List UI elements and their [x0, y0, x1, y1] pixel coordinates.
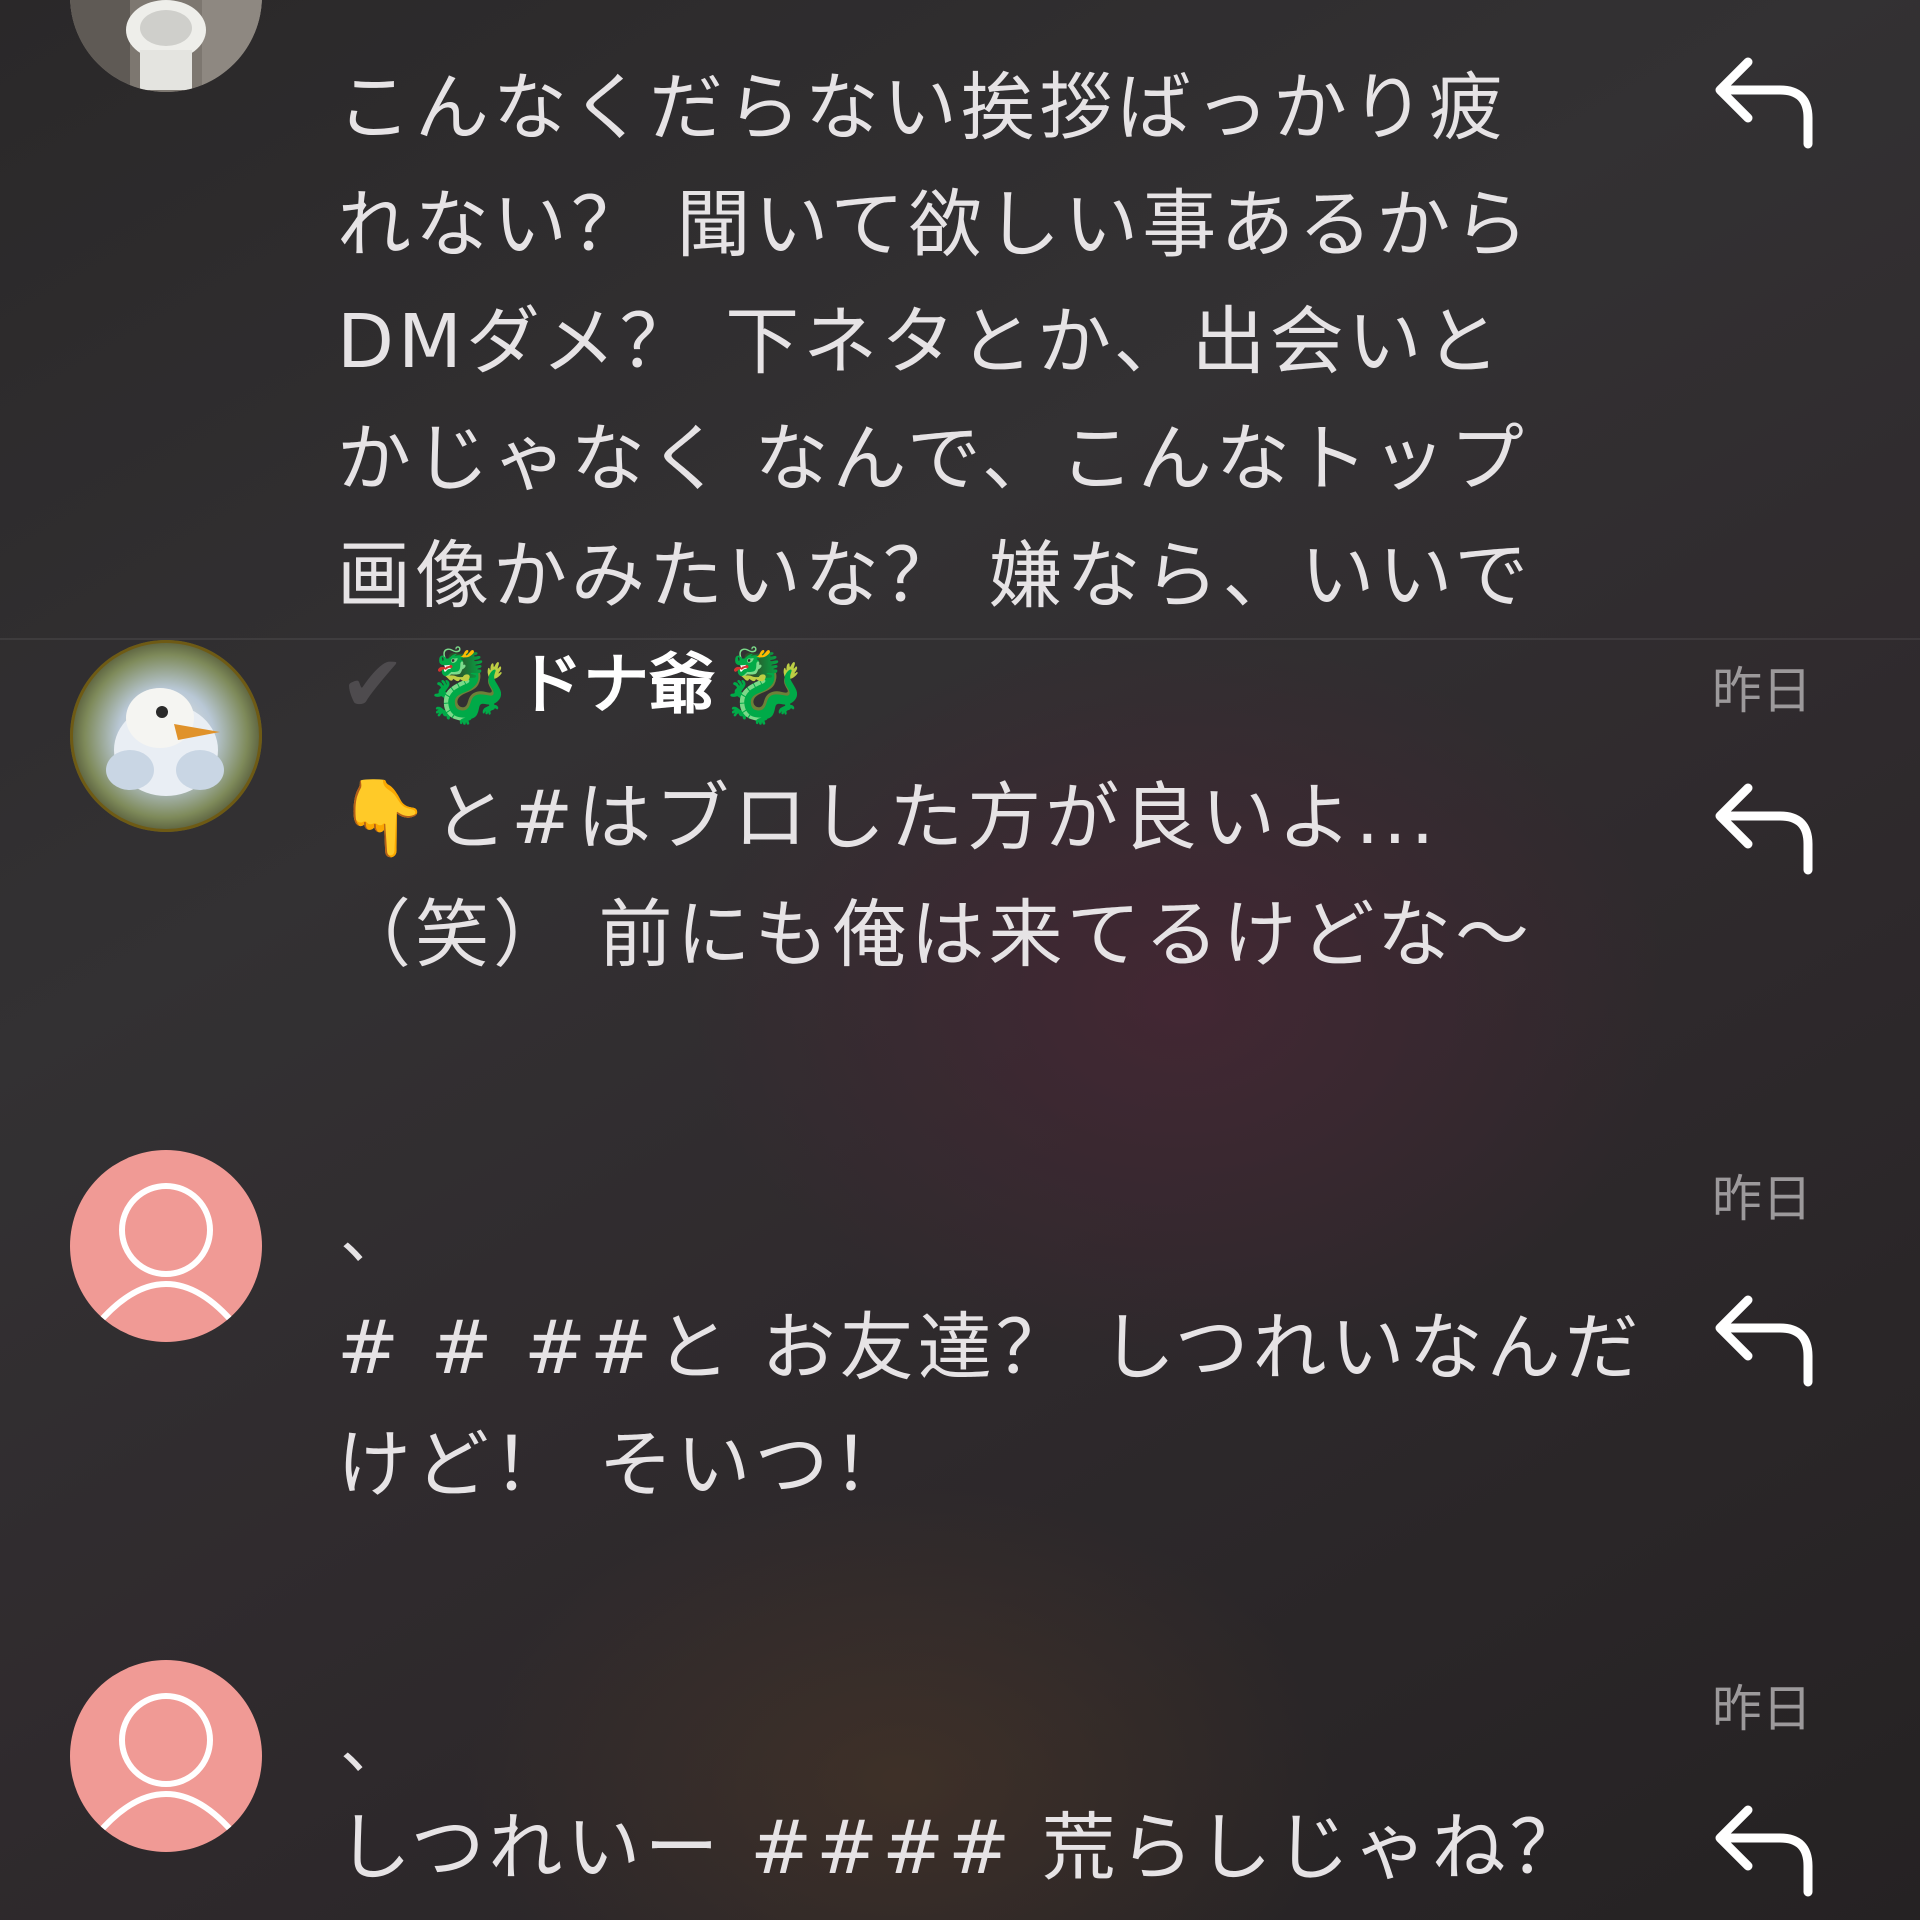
- comment-date: 昨日: [1712, 1170, 1812, 1228]
- username-row[interactable]: 、: [340, 1700, 406, 1790]
- username-row[interactable]: 、: [340, 1190, 406, 1280]
- toilet-photo-icon: [70, 0, 262, 92]
- reply-arrow-icon[interactable]: [1708, 40, 1818, 150]
- user-avatar[interactable]: [70, 0, 262, 92]
- comment-text: こんなくだらない挨拶ばっかり疲 れない？ 聞いて欲しい事あるから DMダメ？ 下…: [337, 65, 1533, 619]
- comment-item-1-clip: こんなくだらない挨拶ばっかり疲 れない？ 聞いて欲しい事あるから DMダメ？ 下…: [0, 0, 1920, 638]
- reply-arrow-icon[interactable]: [1708, 766, 1818, 876]
- divider: [0, 638, 1920, 640]
- duck-character-icon: [106, 688, 224, 796]
- comment-date: 昨日: [1712, 662, 1812, 720]
- default-user-icon: [93, 1693, 239, 1838]
- default-user-icon: [93, 1183, 239, 1328]
- user-avatar[interactable]: [70, 640, 262, 832]
- user-avatar[interactable]: [70, 1150, 262, 1342]
- username: 、: [340, 1196, 406, 1273]
- username: 、: [340, 1706, 406, 1783]
- user-avatar[interactable]: [70, 1660, 262, 1852]
- comment-text: # # ##と お友達？ しつれいなんだ けど！ そいつ！: [337, 1305, 1643, 1508]
- dragon-icon: 🐉: [719, 643, 809, 727]
- dragon-icon: 🐉: [423, 643, 514, 727]
- reply-arrow-icon[interactable]: [1708, 1788, 1818, 1898]
- comment-text-body: と#はブロした方が良いよ... （笑） 前にも俺は来てるけどな～: [337, 775, 1534, 978]
- comment-text: しつれいー #### 荒らしじゃね？: [337, 1805, 1588, 1891]
- username: ドナ爺: [517, 646, 716, 723]
- comment-date: 昨日: [1712, 1680, 1812, 1738]
- comment-text: 👇と#はブロした方が良いよ... （笑） 前にも俺は来てるけどな～: [337, 760, 1657, 994]
- verified-check-icon: ✔: [340, 640, 406, 730]
- pointing-down-icon: 👇: [337, 775, 434, 861]
- username-row[interactable]: ✔ 🐉 ドナ爺 🐉: [340, 640, 809, 730]
- reply-arrow-icon[interactable]: [1708, 1278, 1818, 1388]
